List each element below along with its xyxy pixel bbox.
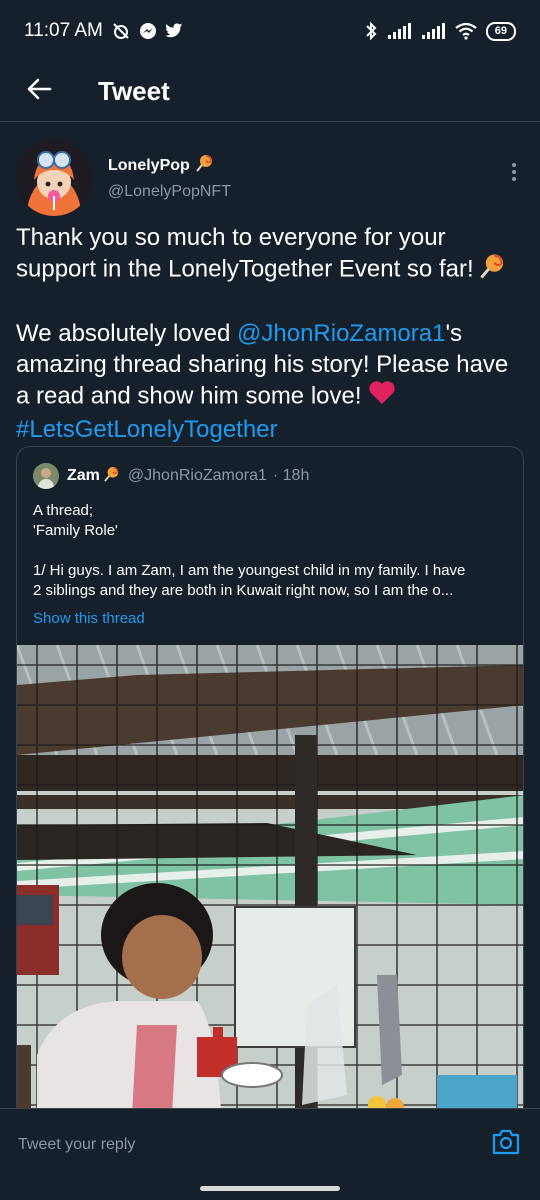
author-handle[interactable]: @LonelyPopNFT: [108, 183, 504, 201]
back-button[interactable]: [0, 62, 78, 122]
reply-bar: [0, 1108, 540, 1180]
quote-media-image[interactable]: [17, 645, 523, 1125]
avatar[interactable]: [16, 140, 92, 216]
heart-icon: [368, 380, 396, 414]
more-dot: [512, 163, 516, 167]
status-bar: 11:07 AM 69: [0, 0, 540, 62]
messenger-icon: [139, 22, 157, 40]
more-options-button[interactable]: [504, 152, 524, 192]
signal-icon: [386, 22, 412, 40]
arrow-left-icon: [26, 77, 52, 106]
tweet-paragraph-2: We absolutely loved @JhonRioZamora1's am…: [16, 318, 524, 445]
battery-icon: 69: [485, 21, 516, 41]
more-dot: [512, 170, 516, 174]
quoted-tweet[interactable]: Zam @JhonRioZamora1 · 18h A thread; 'Fam…: [16, 446, 524, 1126]
mention-link[interactable]: @JhonRioZamora1: [237, 320, 445, 347]
reply-input[interactable]: [18, 1135, 490, 1154]
signal-icon: [420, 22, 446, 40]
tweet-paragraph-1: Thank you so much to everyone for your s…: [16, 222, 524, 287]
lollipop-icon: [196, 154, 214, 177]
status-time: 11:07 AM: [24, 20, 103, 41]
wifi-icon: [454, 22, 478, 40]
alarm-off-icon: [111, 21, 131, 41]
tweet: LonelyPop @LonelyPopNFT Thank you so muc…: [16, 140, 524, 445]
hashtag-link[interactable]: #LetsGetLonelyTogether: [16, 414, 524, 445]
lollipop-icon: [480, 253, 506, 287]
camera-button[interactable]: [490, 1129, 522, 1161]
quote-avatar[interactable]: [33, 463, 59, 489]
quote-text: A thread; 'Family Role' 1/ Hi guys. I am…: [33, 502, 466, 629]
camera-icon: [491, 1128, 521, 1161]
lollipop-icon: [104, 466, 120, 487]
tweet-text: Thank you so much to everyone for your s…: [16, 222, 524, 445]
quote-author-handle: @JhonRioZamora1: [127, 467, 267, 484]
more-dot: [512, 177, 516, 181]
quote-author-name[interactable]: Zam: [67, 466, 120, 487]
twitter-icon: [165, 23, 183, 39]
quote-time: · 18h: [272, 467, 310, 484]
page-title: Tweet: [98, 76, 170, 106]
top-app-bar: Tweet: [0, 62, 540, 122]
show-thread-link[interactable]: Show this thread: [33, 609, 145, 629]
author-name[interactable]: LonelyPop: [108, 154, 504, 177]
bluetooth-icon: [364, 21, 378, 41]
home-indicator[interactable]: [200, 1186, 340, 1191]
